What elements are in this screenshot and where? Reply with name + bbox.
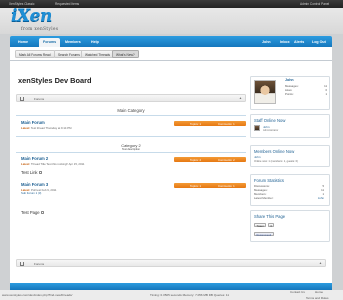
footer: www.xenstyles.com/dev/index.php?find-new… <box>0 290 343 300</box>
staff-avatar[interactable] <box>254 125 260 131</box>
breadcrumb-forums[interactable]: Forums <box>34 262 44 266</box>
visitor-name[interactable]: John <box>285 78 294 82</box>
category-divider <box>16 136 246 137</box>
tweet-count: 0 <box>268 223 275 228</box>
forum-stats-rows: Discussions: 5 Messages: 11 Members: 1 Late… <box>254 184 324 200</box>
tab-watched-threads[interactable]: Watched Threads <box>81 50 114 58</box>
fb-recommend-button[interactable]: Recommend <box>254 232 274 237</box>
tweet-button[interactable]: Tweet <box>254 223 266 228</box>
node-main-forum-3[interactable]: Main Forum 3 <box>21 182 48 187</box>
members-online-title: Members Online Now <box>254 149 295 154</box>
debug-info: Timing: 0.3505 seconds Memory: 7.056 MB … <box>150 293 230 297</box>
breadcrumb-forums[interactable]: Forums <box>34 97 44 101</box>
category-divider <box>16 152 246 153</box>
share-title: Share This Page <box>254 214 286 219</box>
page-title: xenStyles Dev Board <box>18 76 92 85</box>
nav-home[interactable]: Home <box>18 40 28 44</box>
nav-forums[interactable]: Forums <box>39 37 61 47</box>
link-icon <box>38 171 42 175</box>
sub-nav: Mark All Forums Read Search Forums Watch… <box>10 47 332 61</box>
nav-members[interactable]: Members <box>65 40 81 44</box>
breadcrumb-bottom: Forums ▲ <box>16 259 326 267</box>
node-test-page[interactable]: Test Page <box>21 210 44 215</box>
nav-inbox[interactable]: Inbox <box>280 40 290 44</box>
footer-band <box>10 283 332 290</box>
category-description: Test description <box>121 148 141 151</box>
site-logo-sub: from xenStyles <box>21 26 59 31</box>
forum-list: Main Category Main Forum Latest: Test th… <box>16 106 246 222</box>
staff-role: Administrator <box>263 129 279 132</box>
node-main-forum-2-stats: Topics: 2 Comments: 2 <box>174 157 246 162</box>
tab-search-forums[interactable]: Search Forums <box>54 50 84 58</box>
node-main-forum-meta: Latest: Test thread Thursday at 9:14 PM <box>21 125 72 130</box>
breadcrumb: Forums ▲ <box>16 94 246 102</box>
page-icon <box>40 211 44 215</box>
nav-help[interactable]: Help <box>91 40 99 44</box>
node-subforum-link[interactable]: Sub Forum 1 (3) <box>21 191 41 195</box>
footer-contact[interactable]: Contact Us <box>290 290 305 294</box>
breadcrumb-jump-icon[interactable]: ▲ <box>319 261 322 265</box>
members-online-panel: Members Online Now <box>250 145 330 167</box>
breadcrumb-jump-icon[interactable]: ▲ <box>239 96 242 100</box>
admin-link[interactable]: Admin Control Panel <box>300 2 329 6</box>
footer-home[interactable]: Home <box>315 290 323 294</box>
site-logo[interactable]: iXen <box>11 6 52 26</box>
node-main-forum[interactable]: Main Forum <box>21 120 45 125</box>
node-main-forum-2[interactable]: Main Forum 2 <box>21 156 48 161</box>
category-title[interactable]: Main Category <box>16 108 246 113</box>
visitor-avatar[interactable] <box>254 80 276 104</box>
node-test-link[interactable]: Test Link <box>21 170 42 175</box>
nav-user[interactable]: John <box>262 40 271 44</box>
footer-terms[interactable]: Terms and Rules <box>306 296 329 300</box>
status-url: www.xenstyles.com/dev/index.php?find-new… <box>2 293 73 297</box>
nav-alerts[interactable]: Alerts <box>294 40 304 44</box>
staff-online-panel: Staff Online Now <box>250 114 330 138</box>
category-divider <box>16 115 246 116</box>
members-online-totals: Online now: 1 (members: 1, guests: 0) <box>254 160 298 163</box>
nav-logout[interactable]: Log Out <box>312 40 326 44</box>
tab-mark-read[interactable]: Mark All Forums Read <box>15 50 55 58</box>
main-nav: Home Forums Members Help John Inbox Aler… <box>10 36 332 47</box>
topbar-link-b[interactable]: Requested Items <box>55 2 79 6</box>
home-icon[interactable] <box>20 96 24 101</box>
home-icon[interactable] <box>20 261 24 266</box>
visitor-stats: Messages: 11 Likes: 0 Points: 1 <box>285 84 327 96</box>
members-online-name[interactable]: John <box>254 155 261 159</box>
node-main-forum-2-meta: Latest: Thread Title Test this rocking!!… <box>21 161 85 166</box>
node-main-forum-3-stats: Topics: 1 Comments: 1 <box>174 183 246 188</box>
node-main-forum-stats: Topics: 1 Comments: 1 <box>174 121 246 126</box>
staff-online-title: Staff Online Now <box>254 118 286 123</box>
tab-whats-new[interactable]: What's New? <box>112 50 139 58</box>
